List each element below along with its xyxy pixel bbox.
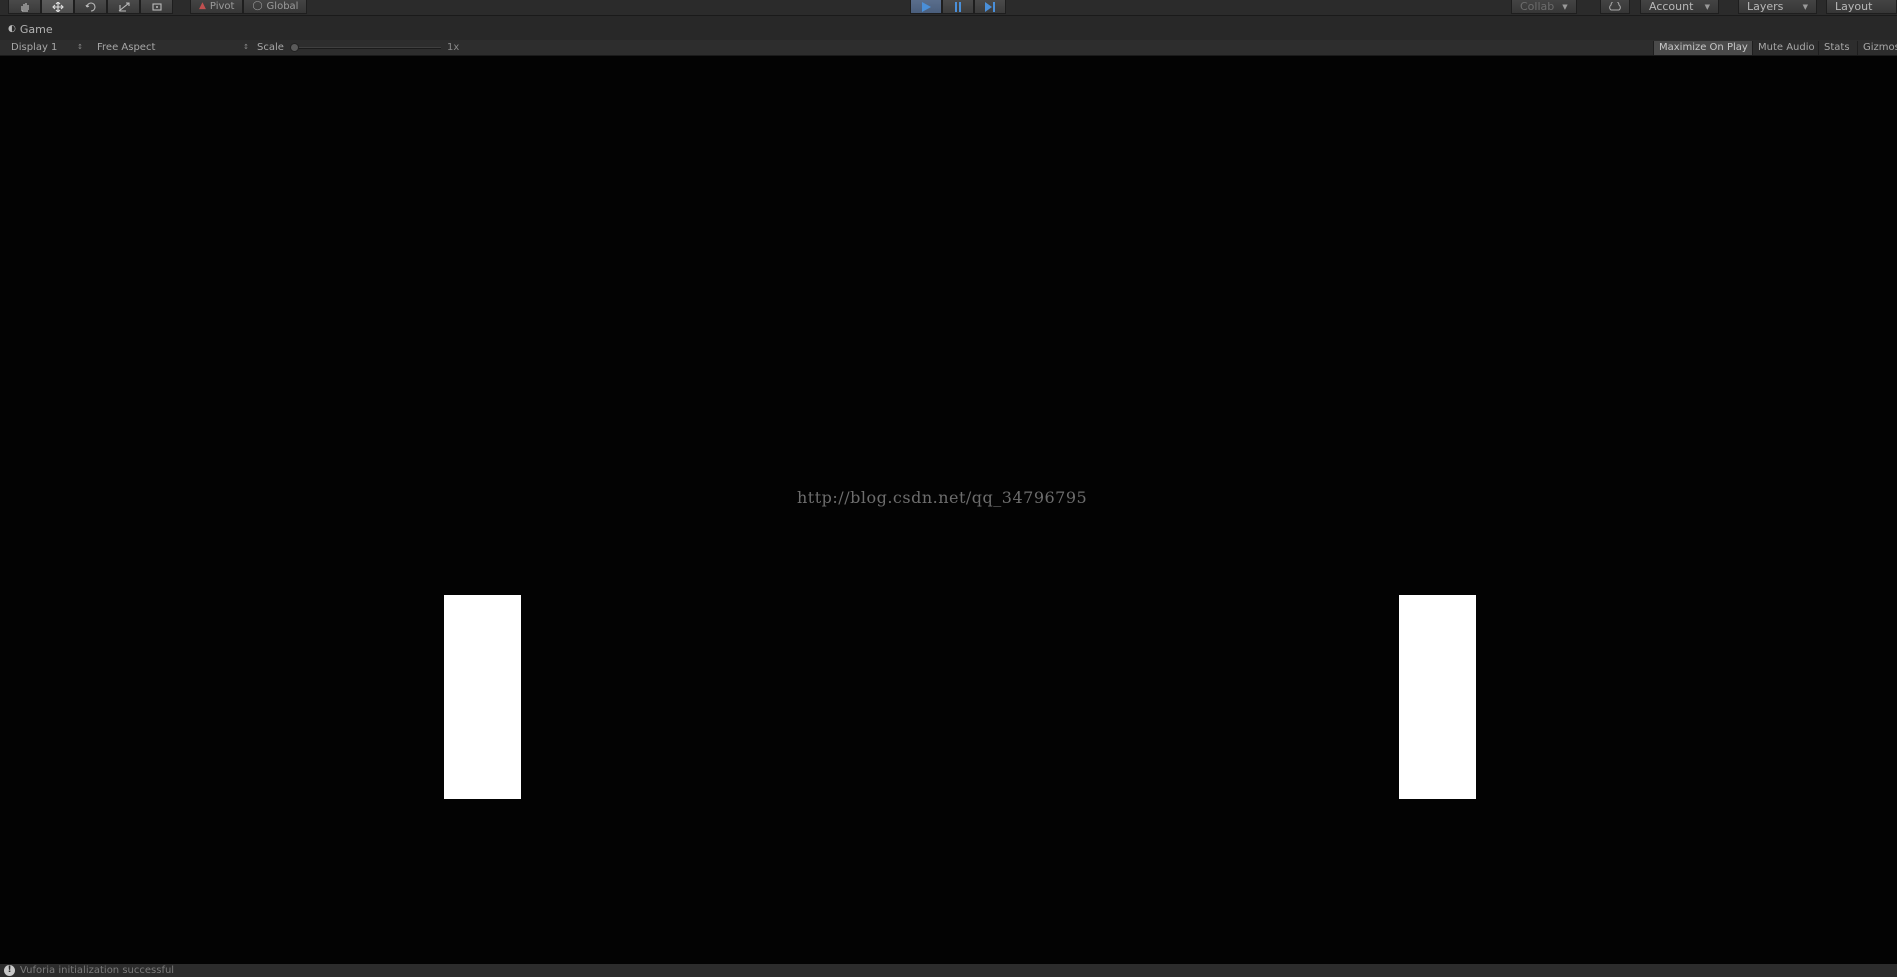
pivot-icon: ▲	[199, 1, 206, 11]
status-message: Vuforia initialization successful	[20, 965, 175, 976]
cloud-group	[1600, 0, 1630, 14]
tab-bar: ◐ Game	[0, 16, 1897, 40]
pivot-toggle[interactable]: ▲ Pivot	[190, 0, 244, 14]
collab-dropdown[interactable]: Collab ▼	[1511, 0, 1577, 14]
play-icon	[922, 1, 931, 12]
transform-tools	[8, 0, 173, 14]
white-panel-left	[444, 595, 521, 799]
layout-group: Layout	[1826, 0, 1897, 14]
rotate-icon	[85, 1, 96, 12]
account-dropdown[interactable]: Account ▼	[1640, 0, 1719, 14]
pause-button[interactable]	[942, 0, 974, 14]
cloud-icon	[1609, 2, 1621, 11]
step-button[interactable]	[974, 0, 1006, 14]
globe-icon: ◯	[252, 1, 263, 11]
maximize-on-play-toggle[interactable]: Maximize On Play	[1653, 41, 1753, 55]
cloud-button[interactable]	[1600, 0, 1630, 14]
game-viewport[interactable]: http://blog.csdn.net/qq_34796795	[0, 56, 1897, 964]
scale-slider-handle[interactable]	[290, 43, 299, 52]
global-toggle[interactable]: ◯ Global	[243, 0, 308, 14]
layers-dropdown[interactable]: Layers ▼	[1738, 0, 1817, 14]
pivot-global-toggles: ▲ Pivot ◯ Global	[190, 0, 308, 14]
collab-group: Collab ▼	[1511, 0, 1577, 14]
gizmos-dropdown[interactable]: Gizmos	[1857, 41, 1897, 55]
account-group: Account ▼	[1640, 0, 1719, 14]
hand-tool-button[interactable]	[8, 0, 41, 14]
aspect-dropdown[interactable]: Free Aspect ↕	[97, 40, 249, 55]
rotate-tool-button[interactable]	[74, 0, 107, 14]
display-dropdown[interactable]: Display 1 ↕	[11, 40, 83, 55]
play-controls	[910, 0, 1006, 14]
scale-tool-button[interactable]	[107, 0, 140, 14]
updown-arrows-icon: ↕	[243, 43, 249, 51]
rect-tool-button[interactable]	[140, 0, 173, 14]
global-label: Global	[266, 1, 299, 12]
account-label: Account	[1649, 0, 1694, 13]
step-icon	[985, 1, 995, 12]
rect-transform-icon	[151, 2, 162, 11]
layout-dropdown[interactable]: Layout	[1826, 0, 1897, 14]
chevron-down-icon: ▼	[1562, 2, 1568, 11]
info-icon: !	[4, 965, 15, 976]
pivot-label: Pivot	[209, 1, 235, 12]
hand-icon	[20, 2, 29, 12]
chevron-down-icon: ▼	[1704, 2, 1710, 11]
aspect-label: Free Aspect	[97, 42, 156, 53]
display-label: Display 1	[11, 42, 58, 53]
scale-slider-track[interactable]	[293, 47, 441, 49]
scale-label: Scale	[257, 42, 284, 53]
move-tool-button[interactable]	[41, 0, 74, 14]
game-controller-icon: ◐	[8, 24, 16, 34]
game-view-options: Display 1 ↕ Free Aspect ↕ Scale 1x Maxim…	[0, 40, 1897, 56]
layers-label: Layers	[1747, 0, 1784, 13]
updown-arrows-icon: ↕	[77, 43, 83, 51]
layers-group: Layers ▼	[1738, 0, 1817, 14]
main-toolbar: ▲ Pivot ◯ Global Collab ▼ Account ▼ Laye…	[0, 0, 1897, 16]
collab-label: Collab	[1520, 0, 1555, 13]
play-button[interactable]	[910, 0, 942, 14]
tab-game[interactable]: ◐ Game	[8, 20, 53, 38]
stats-toggle[interactable]: Stats	[1818, 41, 1855, 55]
layout-label: Layout	[1835, 0, 1873, 13]
move-arrows-icon	[51, 1, 64, 12]
mute-audio-toggle[interactable]: Mute Audio	[1752, 41, 1820, 55]
tab-game-label: Game	[19, 22, 53, 36]
scale-value: 1x	[447, 42, 460, 53]
chevron-down-icon: ▼	[1802, 2, 1808, 11]
scale-icon	[118, 1, 130, 12]
watermark-text: http://blog.csdn.net/qq_34796795	[797, 488, 1088, 507]
pause-icon	[955, 1, 961, 12]
status-bar[interactable]: ! Vuforia initialization successful	[0, 964, 1897, 977]
white-panel-right	[1399, 595, 1476, 799]
